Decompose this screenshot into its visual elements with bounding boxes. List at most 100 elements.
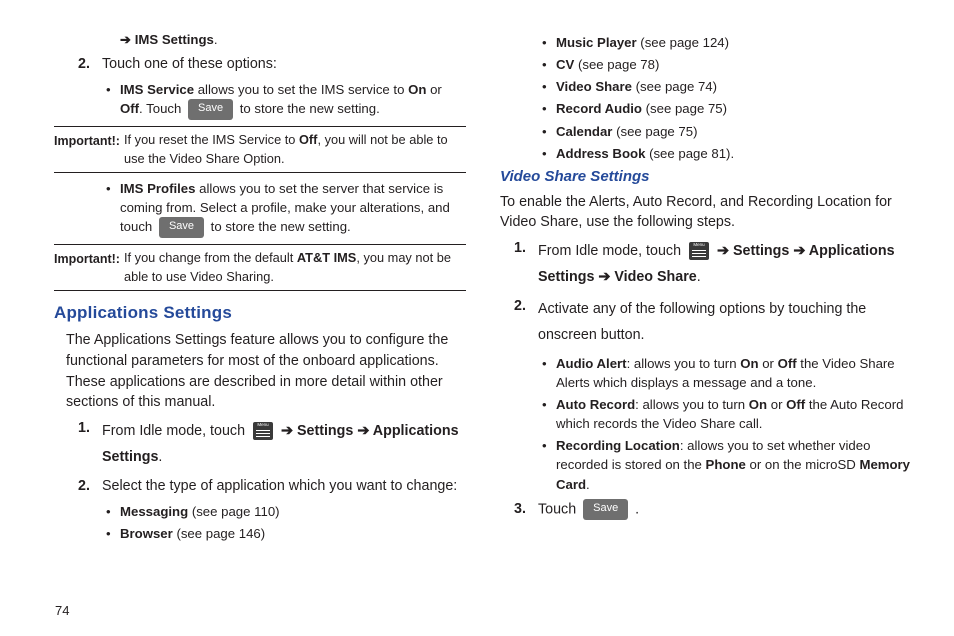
text: Auto Record	[556, 397, 635, 412]
text: to store the new setting.	[207, 219, 351, 234]
bullet-icon: •	[106, 524, 120, 543]
text: : allows you to turn	[627, 356, 741, 371]
text: Settings	[297, 423, 353, 439]
text: Recording Location	[556, 438, 680, 453]
video-share-settings-paragraph: To enable the Alerts, Auto Record, and R…	[500, 192, 912, 233]
text: (see page 75)	[642, 101, 727, 116]
arrow-icon: ➔	[789, 243, 808, 259]
step-text: Select the type of application which you…	[102, 476, 466, 497]
text: (see page 74)	[632, 79, 717, 94]
bullet-body: IMS Profiles allows you to set the serve…	[120, 179, 466, 238]
ims-settings-line: ➔ IMS Settings.	[120, 30, 466, 49]
text: Video Share	[614, 269, 696, 285]
bullet-icon: •	[542, 122, 556, 141]
step-body: Touch Save .	[538, 499, 912, 520]
text: If you reset the IMS Service to	[124, 132, 299, 147]
text: (see page 124)	[637, 35, 729, 50]
step-number: 1.	[78, 418, 102, 439]
step-body: From Idle mode, touch Menu ➔ Settings ➔ …	[102, 418, 466, 471]
text: .	[158, 449, 162, 465]
important-body: If you reset the IMS Service to Off, you…	[124, 131, 466, 168]
applications-settings-paragraph: The Applications Settings feature allows…	[54, 330, 466, 413]
step-text: Touch one of these options:	[102, 54, 466, 75]
important-body: If you change from the default AT&T IMS,…	[124, 249, 466, 286]
text: AT&T IMS	[297, 250, 356, 265]
text: Settings	[733, 243, 789, 259]
text: (see page 110)	[188, 504, 279, 519]
vss-step-1: 1. From Idle mode, touch Menu ➔ Settings…	[514, 238, 912, 291]
save-button[interactable]: Save	[159, 217, 204, 238]
bullet-ims-profiles: • IMS Profiles allows you to set the ser…	[106, 179, 466, 238]
step-2: 2. Touch one of these options:	[78, 54, 466, 75]
text: (see page 78)	[574, 57, 659, 72]
step-body: From Idle mode, touch Menu ➔ Settings ➔ …	[538, 238, 912, 291]
arrow-icon: ➔	[717, 243, 733, 259]
text: .	[586, 477, 590, 492]
important-label: Important!:	[54, 134, 120, 148]
text: (see page 81).	[645, 146, 734, 161]
text: Off	[778, 356, 797, 371]
bullet-icon: •	[542, 354, 556, 373]
bullet-address-book: •Address Book (see page 81).	[542, 144, 912, 163]
important-2: Important!: If you change from the defau…	[54, 244, 466, 291]
divider	[54, 126, 466, 127]
arrow-icon: ➔	[120, 32, 135, 47]
text: From Idle mode, touch	[538, 243, 685, 259]
important-1: Important!: If you reset the IMS Service…	[54, 126, 466, 173]
text: or	[767, 397, 786, 412]
text: Video Share	[556, 79, 632, 94]
text: Address Book	[556, 146, 645, 161]
text: On	[740, 356, 758, 371]
bullet-music-player: •Music Player (see page 124)	[542, 33, 912, 52]
bullet-icon: •	[106, 179, 120, 198]
step-number: 1.	[514, 238, 538, 259]
text: : allows you to turn	[635, 397, 749, 412]
text: On	[749, 397, 767, 412]
bullet-messaging: • Messaging (see page 110)	[106, 502, 466, 521]
appset-step-1: 1. From Idle mode, touch Menu ➔ Settings…	[78, 418, 466, 471]
bullet-audio-alert: • Audio Alert: allows you to turn On or …	[542, 354, 912, 392]
text: Browser	[120, 526, 173, 541]
step-number: 2.	[78, 54, 102, 75]
text: Messaging	[120, 504, 188, 519]
text: Audio Alert	[556, 356, 627, 371]
vss-step-3: 3. Touch Save .	[514, 499, 912, 520]
text: Off	[299, 132, 317, 147]
save-button[interactable]: Save	[583, 499, 628, 520]
vss-step-2: 2. Activate any of the following options…	[514, 296, 912, 349]
text: or	[426, 82, 441, 97]
text: On	[408, 82, 426, 97]
text: Off	[120, 101, 139, 116]
text: Off	[786, 397, 805, 412]
text: IMS Settings	[135, 32, 214, 47]
bullet-cv: •CV (see page 78)	[542, 55, 912, 74]
arrow-icon: ➔	[594, 269, 614, 285]
bullet-recording-location: • Recording Location: allows you to set …	[542, 436, 912, 493]
menu-icon[interactable]: Menu	[689, 242, 709, 260]
text: (see page 75)	[612, 124, 697, 139]
text: Record Audio	[556, 101, 642, 116]
arrow-icon: ➔	[353, 423, 372, 439]
bullet-icon: •	[542, 99, 556, 118]
menu-icon[interactable]: Menu	[253, 422, 273, 440]
text: or	[759, 356, 778, 371]
bullet-browser: • Browser (see page 146)	[106, 524, 466, 543]
bullet-ims-service: • IMS Service allows you to set the IMS …	[106, 80, 466, 120]
page-number: 74	[55, 603, 69, 618]
bullet-icon: •	[542, 144, 556, 163]
text: CV	[556, 57, 574, 72]
save-button[interactable]: Save	[188, 99, 233, 120]
text: IMS Profiles	[120, 181, 195, 196]
page: ➔ IMS Settings. 2. Touch one of these op…	[0, 0, 954, 636]
text: allows you to set the IMS service to	[194, 82, 408, 97]
text: Touch	[538, 501, 580, 517]
text: From Idle mode, touch	[102, 423, 249, 439]
step-text: Activate any of the following options by…	[538, 296, 912, 349]
bullet-body: IMS Service allows you to set the IMS se…	[120, 80, 466, 120]
bullet-icon: •	[542, 436, 556, 455]
text: If you change from the default	[124, 250, 297, 265]
text: or on the microSD	[746, 457, 860, 472]
bullet-calendar: •Calendar (see page 75)	[542, 122, 912, 141]
appset-step-2: 2. Select the type of application which …	[78, 476, 466, 497]
text: (see page 146)	[173, 526, 265, 541]
